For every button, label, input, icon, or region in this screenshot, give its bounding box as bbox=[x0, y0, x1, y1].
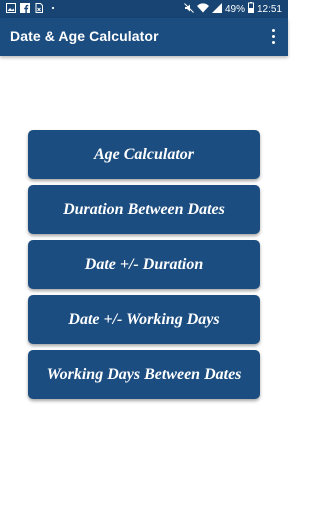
age-calculator-button[interactable]: Age Calculator bbox=[28, 130, 260, 179]
duration-between-dates-button[interactable]: Duration Between Dates bbox=[28, 185, 260, 234]
working-days-between-dates-button[interactable]: Working Days Between Dates bbox=[28, 350, 260, 399]
battery-percent: 49% bbox=[224, 3, 245, 15]
status-bar: 49% 12:51 bbox=[0, 0, 288, 18]
notification-icons bbox=[6, 3, 62, 16]
system-icons: 49% 12:51 bbox=[181, 2, 282, 16]
app-title: Date & Age Calculator bbox=[10, 28, 159, 44]
date-plus-minus-duration-button[interactable]: Date +/- Duration bbox=[28, 240, 260, 289]
wifi-icon bbox=[196, 2, 209, 16]
clock: 12:51 bbox=[256, 3, 282, 15]
image-icon bbox=[6, 3, 16, 16]
sim-icon bbox=[34, 3, 44, 16]
mute-icon bbox=[184, 2, 194, 16]
app-bar: Date & Age Calculator bbox=[0, 18, 288, 56]
date-plus-minus-working-days-button[interactable]: Date +/- Working Days bbox=[28, 295, 260, 344]
facebook-icon bbox=[20, 3, 30, 16]
overflow-menu-icon[interactable] bbox=[268, 27, 280, 47]
dots-icon bbox=[48, 3, 58, 16]
battery-icon bbox=[247, 2, 254, 16]
signal-icon bbox=[211, 2, 222, 16]
